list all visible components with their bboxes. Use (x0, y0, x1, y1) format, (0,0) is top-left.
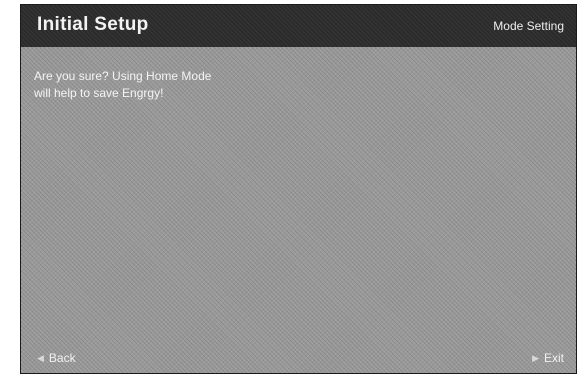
setup-screen: Initial Setup Mode Setting Are you sure?… (20, 4, 577, 374)
right-triangle-icon: ▶ (532, 352, 539, 363)
exit-button[interactable]: ▶ Exit (532, 351, 564, 365)
mode-setting-label: Mode Setting (493, 19, 564, 33)
message-line-1: Are you sure? Using Home Mode (34, 69, 212, 83)
left-triangle-icon: ◀ (37, 352, 44, 363)
message-line-2: will help to save Engrgy! (34, 86, 164, 100)
page-title: Initial Setup (37, 14, 149, 35)
confirmation-message: Are you sure? Using Home Mode will help … (34, 68, 354, 102)
back-button[interactable]: ◀ Back (37, 351, 76, 365)
back-button-label: Back (48, 351, 76, 365)
exit-button-label: Exit (543, 351, 564, 365)
title-bar: Initial Setup Mode Setting (21, 5, 576, 47)
